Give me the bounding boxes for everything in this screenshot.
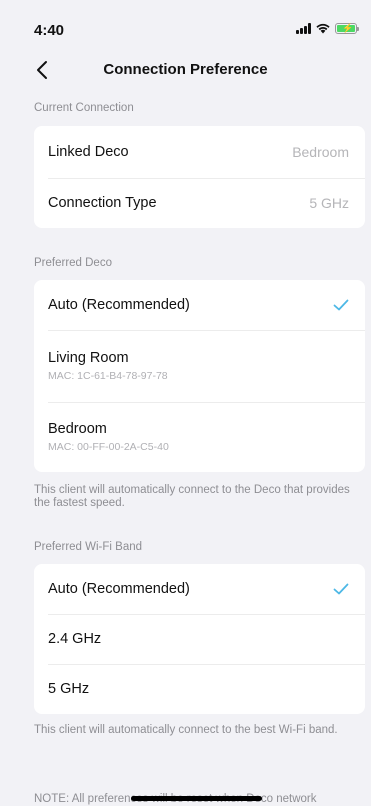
option-label: Bedroom <box>48 421 107 437</box>
checkmark-icon <box>333 299 349 311</box>
checkmark-icon <box>333 583 349 595</box>
preferred-deco-card: Auto (Recommended) Living Room MAC: 1C-6… <box>34 280 365 472</box>
row-value: 5 GHz <box>309 195 349 211</box>
option-label: Living Room <box>48 350 129 366</box>
option-label: Auto (Recommended) <box>48 581 190 597</box>
wifi-icon <box>316 23 330 34</box>
current-connection-card: Linked Deco Bedroom Connection Type 5 GH… <box>34 126 365 228</box>
deco-option-living-room[interactable]: Living Room MAC: 1C-61-B4-78-97-78 <box>34 330 365 402</box>
home-indicator <box>131 796 262 801</box>
option-label: 2.4 GHz <box>48 631 102 647</box>
row-label: Connection Type <box>48 195 157 211</box>
preferred-band-card: Auto (Recommended) 2.4 GHz 5 GHz <box>34 564 365 714</box>
linked-deco-row: Linked Deco Bedroom <box>34 126 365 178</box>
preferred-band-note: This client will automatically connect t… <box>34 724 338 736</box>
page-title: Connection Preference <box>103 61 268 78</box>
battery-charging-icon: ⚡ <box>335 22 359 34</box>
section-header-current-connection: Current Connection <box>34 102 134 114</box>
status-bar: 4:40 ⚡ <box>0 0 371 46</box>
mac-address: MAC: 00-FF-00-2A-C5-40 <box>48 441 169 453</box>
section-header-preferred-deco: Preferred Deco <box>34 257 112 269</box>
option-label: 5 GHz <box>48 681 90 697</box>
status-time: 4:40 <box>34 22 65 39</box>
mac-address: MAC: 1C-61-B4-78-97-78 <box>48 370 168 382</box>
nav-bar: Connection Preference <box>0 52 371 88</box>
connection-type-row: Connection Type 5 GHz <box>34 178 365 228</box>
signal-icon <box>296 22 311 34</box>
deco-option-bedroom[interactable]: Bedroom MAC: 00-FF-00-2A-C5-40 <box>34 402 365 472</box>
band-option-auto[interactable]: Auto (Recommended) <box>34 564 365 614</box>
section-header-preferred-band: Preferred Wi-Fi Band <box>34 541 143 553</box>
deco-option-auto[interactable]: Auto (Recommended) <box>34 280 365 330</box>
row-label: Linked Deco <box>48 144 129 160</box>
band-option-5ghz[interactable]: 5 GHz <box>34 664 365 714</box>
option-label: Auto (Recommended) <box>48 297 190 313</box>
band-option-2-4ghz[interactable]: 2.4 GHz <box>34 614 365 664</box>
row-value: Bedroom <box>292 144 349 160</box>
preferred-deco-note: This client will automatically connect t… <box>34 484 350 509</box>
status-icons: ⚡ <box>296 22 359 34</box>
